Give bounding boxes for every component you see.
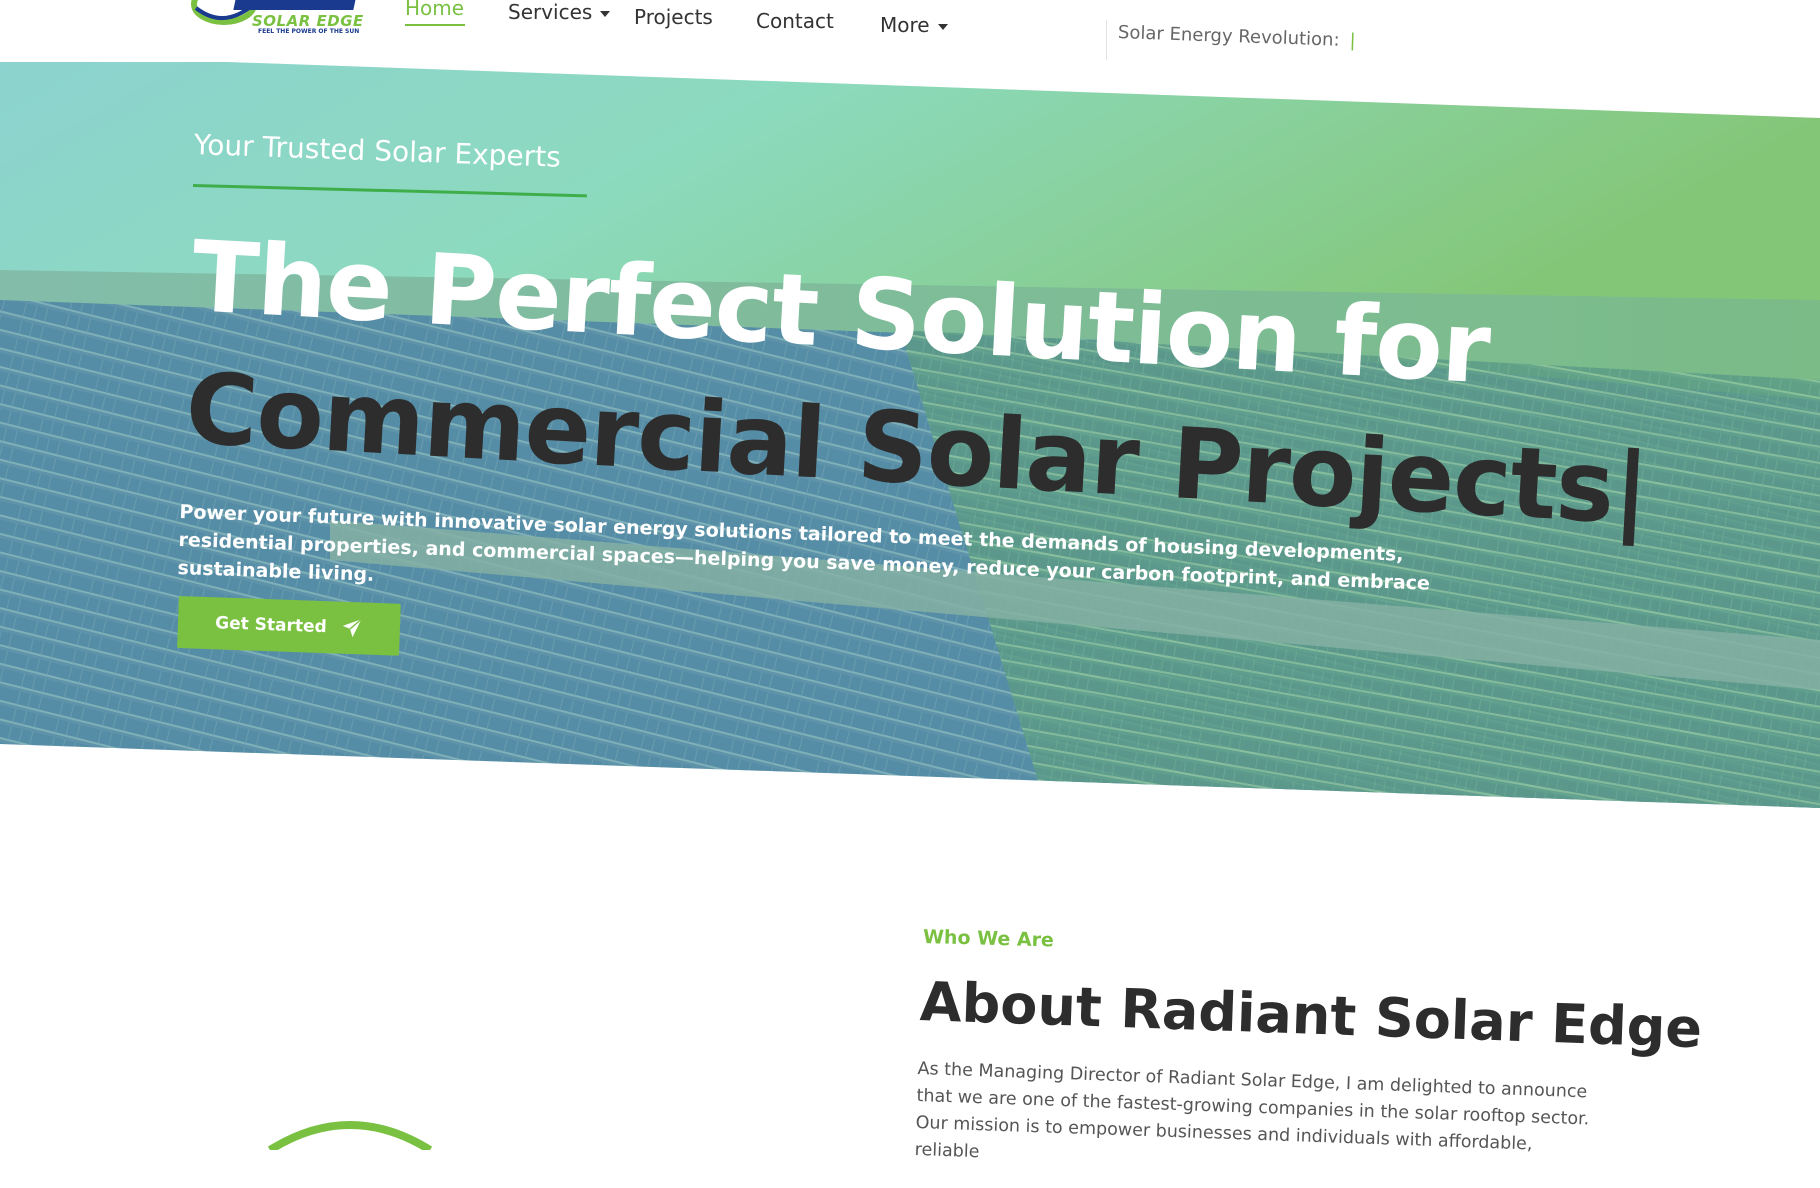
paper-plane-icon [342,618,362,638]
nav-divider [1106,20,1107,60]
chevron-down-icon [937,23,948,30]
header-tagline-text: Solar Energy Revolution: [1117,22,1340,51]
about-title: About Radiant Solar Edge [918,970,1704,1061]
site-header: SOLAR EDGE FEEL THE POWER OF THE SUN Hom… [0,0,1820,62]
get-started-button[interactable]: Get Started [177,596,401,656]
get-started-label: Get Started [214,613,328,638]
nav-contact[interactable]: Contact [756,9,834,33]
nav-services[interactable]: Services [508,0,611,24]
nav-projects[interactable]: Projects [634,5,713,29]
typing-cursor: | [1349,30,1357,52]
header-tagline: Solar Energy Revolution: | [1118,22,1356,51]
about-eyebrow: Who We Are [922,926,1055,952]
nav-home-active-indicator [405,24,465,26]
chevron-down-icon [600,10,611,17]
nav-more[interactable]: More [880,13,948,37]
nav-more-label: More [880,13,930,37]
logo-tagline: FEEL THE POWER OF THE SUN [258,28,360,35]
about-decorative-arc [260,1110,440,1150]
nav-services-label: Services [508,0,593,24]
nav-home[interactable]: Home [405,0,464,20]
brand-logo[interactable]: SOLAR EDGE FEEL THE POWER OF THE SUN [190,0,365,36]
green-arc-icon [267,1121,433,1150]
about-body-text: As the Managing Director of Radiant Sola… [914,1058,1590,1163]
